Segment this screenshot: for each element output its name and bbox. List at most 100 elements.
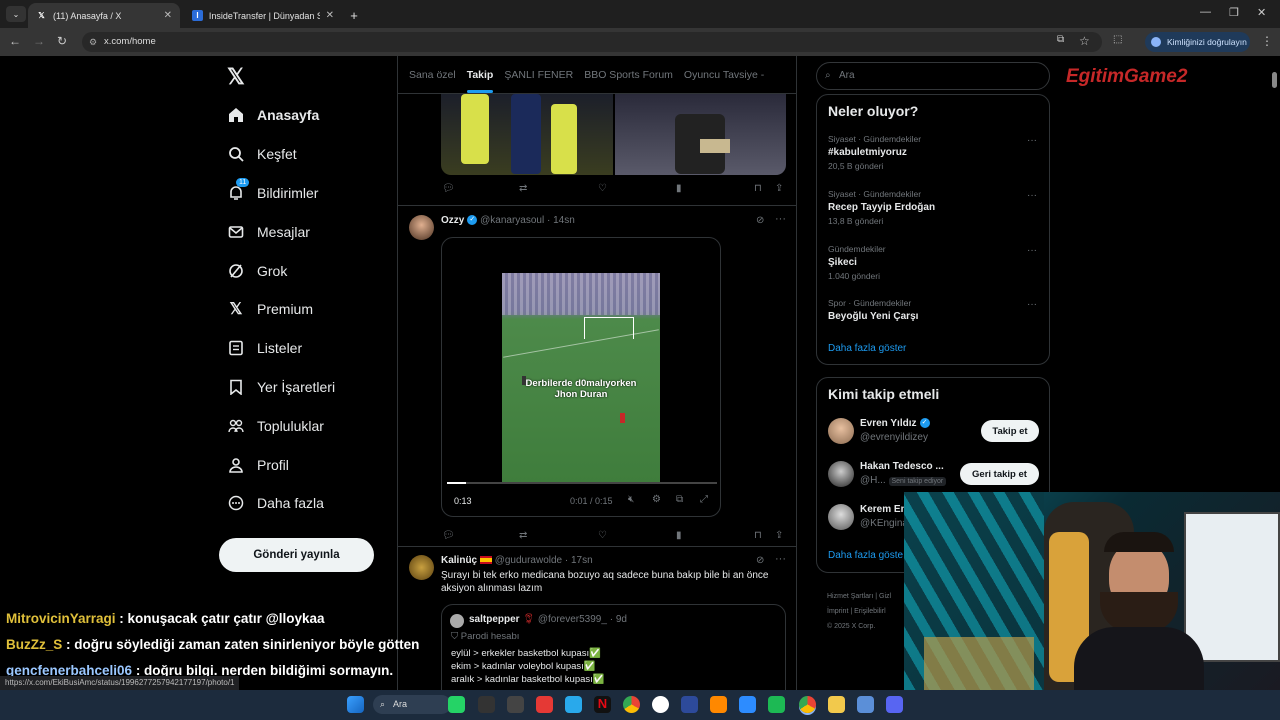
video-frame[interactable]: Derbilerde d0malıyorken Jhon Duran [502,273,660,483]
follow-user[interactable]: Hakan Tedesco ... @H... Seni takip ediyor [860,461,947,486]
avatar[interactable] [828,418,854,444]
mute-icon[interactable]: 🔇︎ [628,494,634,505]
star-icon[interactable]: ☆ [1079,34,1090,48]
windows-start-icon[interactable] [347,696,364,713]
app-icon[interactable] [857,696,874,713]
grok-icon[interactable]: ⊘ [756,215,764,226]
extensions-icon[interactable]: ⬚ [1113,34,1122,45]
tab-for-you[interactable]: Sana özel [409,69,456,81]
app-icon[interactable] [681,696,698,713]
fullscreen-icon[interactable]: ⤢ [700,494,708,505]
follow-user[interactable]: Kerem En @KEngina [860,504,908,529]
post-kalinuc[interactable]: Kalinüç @gudurawolde · 17sn ⊘ ··· Şurayı… [398,547,796,696]
tab-sanli-fener[interactable]: ŞANLI FENER [504,69,573,81]
views-icon[interactable]: ▮ [676,183,682,194]
avatar[interactable] [409,555,434,580]
nav-item-messages[interactable]: Mesajlar [218,212,393,251]
site-info-icon[interactable]: ⚙ [89,32,97,52]
tab-list-button[interactable]: ⌄ [6,6,26,22]
nav-item-premium[interactable]: 𝕏 Premium [218,290,393,329]
author-handle[interactable]: @kanaryasoul · 14sn [480,215,575,226]
scrollbar[interactable] [1272,72,1277,88]
zoom-icon[interactable] [739,696,756,713]
more-options-icon[interactable]: ··· [1027,299,1037,310]
quoted-post[interactable]: saltpepper 🌹︎ @forever5399_ · 9d ⛉ Parod… [441,604,786,696]
previous-post-media[interactable] [441,94,786,175]
avatar[interactable] [409,215,434,240]
netflix-icon[interactable]: N [594,696,611,713]
maximize-icon[interactable]: ❐ [1229,6,1239,19]
tab-bbo-sports[interactable]: BBO Sports Forum [584,69,673,81]
repost-icon[interactable]: ⇄ [519,183,527,194]
like-icon[interactable]: ♡ [598,183,607,194]
author-handle[interactable]: @gudurawolde · 17sn [495,555,593,566]
bookmark-icon[interactable]: ⊓ [754,530,762,541]
close-tab-icon[interactable]: ✕ [326,10,334,21]
trend-item[interactable]: Gündemdekiler Şikeci 1.040 gönderi [828,244,886,281]
quote-author-handle[interactable]: @forever5399_ · 9d [538,614,627,625]
trend-item[interactable]: Siyaset · Gündemdekiler #kabuletmiyoruz 20… [828,134,921,171]
whatsapp-icon[interactable] [448,696,465,713]
show-more-link[interactable]: Daha fazla göster [828,343,906,354]
telegram-icon[interactable] [565,696,582,713]
follow-user[interactable]: Evren Yıldız ✓ @evrenyildizey [860,418,930,443]
tab-anasayfa[interactable]: 𝕏 (11) Anasayfa / X ✕ [28,3,180,28]
file-explorer-icon[interactable] [828,696,845,713]
more-options-icon[interactable]: ··· [1027,245,1037,256]
more-options-icon[interactable]: ··· [775,213,786,225]
reply-icon[interactable]: 💬︎ [442,530,455,541]
app-icon[interactable] [478,696,495,713]
quote-author-name[interactable]: saltpepper [469,614,520,625]
app-icon[interactable] [768,696,785,713]
follow-back-button[interactable]: Geri takip et [960,463,1039,485]
forward-icon[interactable]: → [33,34,45,48]
taskbar-search[interactable]: ⌕ Ara [373,695,451,714]
repost-icon[interactable]: ⇄ [519,530,527,541]
close-window-icon[interactable]: ✕ [1257,6,1266,19]
author-name[interactable]: Kalinüç [441,555,477,566]
new-tab-button[interactable]: + [344,3,364,28]
minimize-icon[interactable]: — [1200,6,1211,18]
url-input[interactable]: ⚙ x.com/home [82,32,1102,52]
bookmark-icon[interactable]: ⊓ [754,183,762,194]
footer-link[interactable]: Gizl [879,593,891,600]
app-icon[interactable] [507,696,524,713]
footer-link[interactable]: Hizmet Şartları [827,593,873,600]
trend-item[interactable]: Spor · Gündemdekiler Beyoğlu Yeni Çarşı [828,298,918,325]
avatar[interactable] [828,504,854,530]
tab-oyuncu-tavsiye[interactable]: Oyuncu Tavsiye - [684,69,764,81]
nav-item-profile[interactable]: Profil [218,445,393,484]
post-ozzy[interactable]: Ozzy ✓ @kanaryasoul · 14sn ⊘ ··· Derbiler… [398,206,796,546]
show-more-link[interactable]: Daha fazla göste [828,550,903,561]
reload-icon[interactable]: ↻ [57,34,67,48]
menu-icon[interactable]: ⋮ [1261,34,1273,48]
share-icon[interactable]: ⇪ [775,183,783,194]
nav-item-grok[interactable]: Grok [218,251,393,290]
like-icon[interactable]: ♡ [598,530,607,541]
nav-item-explore[interactable]: Keşfet [218,135,393,174]
x-logo-icon[interactable]: 𝕏 [227,64,245,90]
nav-item-lists[interactable]: Listeler [218,329,393,368]
install-icon[interactable]: ⧉ [1057,34,1064,45]
follow-button[interactable]: Takip et [981,420,1039,442]
chatgpt-icon[interactable] [652,696,669,713]
nav-item-notifications[interactable]: 11 Bildirimler [218,174,393,213]
app-icon[interactable] [536,696,553,713]
vlc-icon[interactable] [710,696,727,713]
tab-following[interactable]: Takip [466,69,493,93]
discord-icon[interactable] [886,696,903,713]
more-options-icon[interactable]: ··· [1027,135,1037,146]
post-button[interactable]: Gönderi yayınla [219,538,374,572]
footer-link[interactable]: İmprint [827,608,848,615]
avatar[interactable] [450,614,464,628]
reply-icon[interactable]: 💬︎ [442,183,455,194]
footer-link[interactable]: Erişilebilirl [854,608,886,615]
settings-icon[interactable]: ⚙ [652,494,661,505]
video-progress[interactable] [447,482,717,484]
author-name[interactable]: Ozzy [441,215,464,226]
chrome-active-icon[interactable] [799,696,816,713]
more-options-icon[interactable]: ··· [775,553,786,565]
trend-item[interactable]: Siyaset · Gündemdekiler Recep Tayyip Erdo… [828,189,935,226]
share-icon[interactable]: ⇪ [775,530,783,541]
search-input[interactable]: ⌕ Ara [816,62,1050,90]
